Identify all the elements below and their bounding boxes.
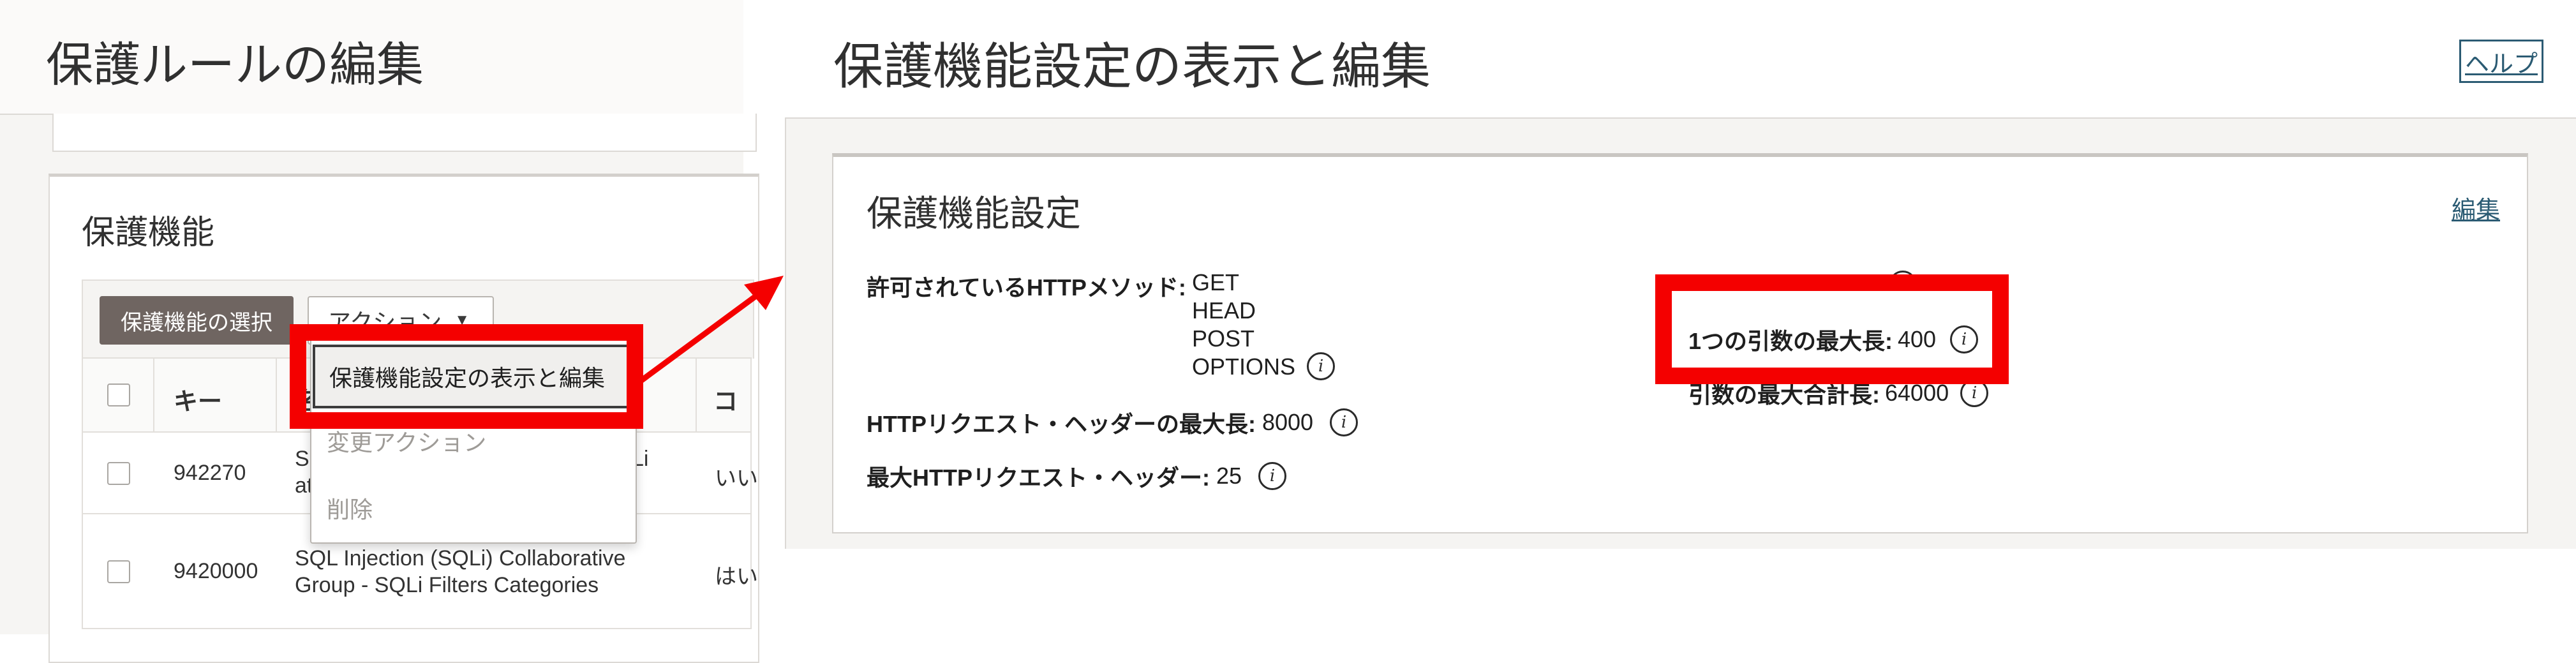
max-arg-length-label: 1つの引数の最大長:: [1688, 328, 1893, 354]
info-icon[interactable]: i: [1330, 408, 1359, 436]
http-method: OPTIONS: [1192, 354, 1296, 380]
card-title: 保護機能設定: [867, 193, 1081, 234]
info-icon[interactable]: i: [1258, 462, 1287, 490]
edit-link[interactable]: 編集: [2452, 190, 2500, 225]
row-checkbox[interactable]: [107, 560, 130, 583]
row-flag: はい: [715, 565, 758, 589]
row-name-line1: SQL Injection (SQLi) Collaborative: [295, 546, 626, 570]
row-flag: いい: [715, 466, 758, 491]
max-headers-label: 最大HTTPリクエスト・ヘッダー:: [867, 465, 1210, 491]
row-key: 9420000: [174, 559, 258, 583]
allowed-http-methods-label: 許可されているHTTPメソッド:: [867, 274, 1186, 301]
max-headers-field: 最大HTTPリクエスト・ヘッダー: 25 i: [867, 459, 1287, 493]
info-icon[interactable]: i: [1950, 325, 1979, 354]
row-name-line2: Group - SQLi Filters Categories: [295, 573, 599, 597]
max-headers-value: 25: [1216, 463, 1242, 489]
arrow-shaft: [636, 291, 761, 385]
select-features-button[interactable]: 保護機能の選択: [100, 296, 294, 345]
http-method: GET: [1192, 269, 1240, 295]
menu-item-change-action[interactable]: 変更アクション: [327, 424, 486, 458]
row-key: 942270: [174, 461, 246, 485]
arrow-icon: [636, 276, 784, 385]
menu-item-delete[interactable]: 削除: [327, 491, 373, 525]
select-all-checkbox[interactable]: [107, 384, 130, 406]
max-arg-length-value: 400: [1898, 326, 1937, 352]
row-name-line1: S: [295, 447, 309, 471]
column-divider: [276, 357, 277, 433]
max-header-length-value: 8000: [1262, 409, 1314, 435]
column-divider: [153, 357, 154, 433]
info-icon[interactable]: i: [1307, 352, 1335, 380]
row-checkbox[interactable]: [107, 462, 130, 485]
column-header-key[interactable]: キー: [174, 382, 222, 417]
http-method: HEAD: [1192, 297, 1256, 324]
max-arg-length-field: 1つの引数の最大長: 400 i: [1688, 323, 1979, 356]
section-title: 保護機能: [82, 214, 215, 251]
max-header-length-label: HTTPリクエスト・ヘッダーの最大長:: [867, 411, 1256, 437]
highlight-box: [290, 324, 643, 429]
collapsed-card: [52, 114, 757, 152]
max-header-length-field: HTTPリクエスト・ヘッダーの最大長: 8000 i: [867, 406, 1359, 439]
arrow-head: [744, 276, 784, 310]
help-link[interactable]: ヘルプ: [2459, 40, 2544, 83]
page-title: 保護機能設定の表示と編集: [833, 38, 1431, 94]
http-method: POST: [1192, 325, 1255, 352]
page-title: 保護ルールの編集: [46, 38, 424, 91]
